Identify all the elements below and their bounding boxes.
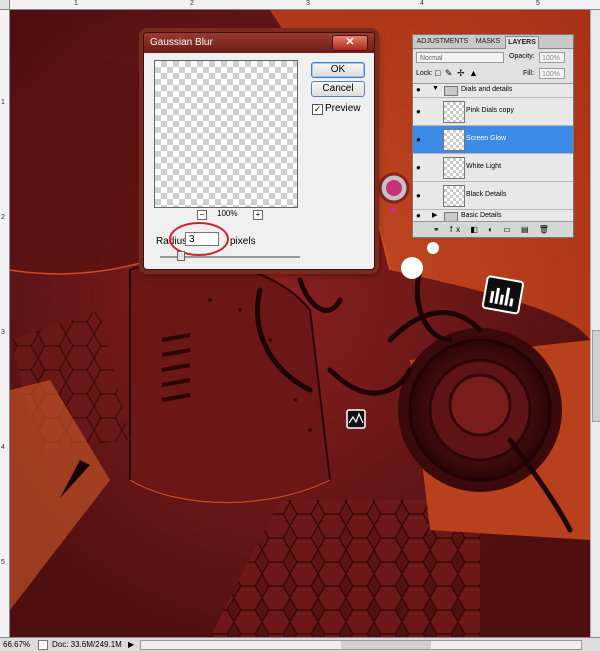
plus-icon: + xyxy=(255,210,261,219)
dialog-titlebar[interactable]: Gaussian Blur ✕ xyxy=(144,33,374,53)
gaussian-blur-dialog: Gaussian Blur ✕ − 100% + OK Cancel ✓ Pre… xyxy=(143,32,375,270)
folder-icon xyxy=(444,212,458,221)
blur-preview-pane[interactable] xyxy=(154,60,298,208)
zoom-level[interactable]: 66.67% xyxy=(3,638,33,651)
status-menu-arrow-icon[interactable]: ▶ xyxy=(128,638,134,651)
lock-options-icons[interactable]: □ ✎ ✢ ▲ xyxy=(435,68,479,79)
ruler-tick: 5 xyxy=(1,559,5,566)
top-ruler[interactable]: 1 2 3 4 5 xyxy=(0,0,600,10)
preview-label[interactable]: Preview xyxy=(325,103,361,114)
ruler-tick: 2 xyxy=(190,0,194,7)
horizontal-scrollbar[interactable] xyxy=(140,640,582,650)
eye-icon[interactable]: ● xyxy=(416,135,421,144)
radius-unit-label: pixels xyxy=(230,236,256,247)
layer-name: Black Details xyxy=(466,191,507,198)
layer-name: White Light xyxy=(466,163,502,170)
fill-label: Fill: xyxy=(523,70,534,77)
zoom-in-button[interactable]: + xyxy=(253,210,263,220)
ruler-tick: 5 xyxy=(536,0,540,7)
panel-tabs: ADJUSTMENTS MASKS LAYERS xyxy=(413,35,573,49)
layer-thumbnail xyxy=(443,101,465,123)
close-button[interactable]: ✕ xyxy=(332,35,368,51)
opacity-input[interactable]: 100% xyxy=(539,52,565,63)
expand-triangle-icon[interactable]: ▼ xyxy=(432,85,439,92)
layer-group-name: Basic Details xyxy=(461,212,502,219)
document-icon[interactable] xyxy=(38,640,48,650)
layer-thumbnail xyxy=(443,129,465,151)
close-icon: ✕ xyxy=(345,36,355,48)
tab-adjustments[interactable]: ADJUSTMENTS xyxy=(415,36,470,48)
eye-icon[interactable]: ● xyxy=(416,211,421,220)
opacity-label: Opacity: xyxy=(509,53,535,60)
ok-button[interactable]: OK xyxy=(311,62,365,78)
ruler-tick: 3 xyxy=(306,0,310,7)
tab-masks[interactable]: MASKS xyxy=(473,36,503,48)
layer-thumbnail xyxy=(443,185,465,207)
layer-thumbnail xyxy=(443,157,465,179)
preview-zoom-percent: 100% xyxy=(217,209,238,218)
ruler-tick: 1 xyxy=(74,0,78,7)
vertical-scrollbar[interactable] xyxy=(590,10,600,637)
ruler-tick: 1 xyxy=(1,99,5,106)
fill-input[interactable]: 100% xyxy=(539,68,565,79)
layer-row[interactable]: ● Black Details xyxy=(413,182,573,210)
left-ruler[interactable]: 1 2 3 4 5 xyxy=(0,9,10,637)
tab-layers[interactable]: LAYERS xyxy=(505,36,539,49)
dialog-title: Gaussian Blur xyxy=(150,37,213,48)
layers-panel-footer-icons[interactable]: ⚭ fx ◧ ◐ ▭ ▤ 🗑 xyxy=(413,221,573,237)
layer-row[interactable]: ● White Light xyxy=(413,154,573,182)
collapse-triangle-icon[interactable]: ▶ xyxy=(432,211,437,219)
document-size: Doc: 33.6M/249.1M xyxy=(52,640,122,649)
eye-icon[interactable]: ● xyxy=(416,163,421,172)
layer-group-name: Dials and details xyxy=(461,86,513,93)
cancel-button[interactable]: Cancel xyxy=(311,81,365,97)
blend-mode-select[interactable]: Normal xyxy=(416,52,504,63)
preview-checkbox[interactable]: ✓ xyxy=(312,104,323,115)
layer-group-row[interactable]: ● ▶ Basic Details xyxy=(413,210,573,221)
layers-panel: ADJUSTMENTS MASKS LAYERS Normal Opacity:… xyxy=(412,34,574,238)
preview-zoom-controls: − 100% + xyxy=(154,209,298,222)
layer-name: Pink Dials copy xyxy=(466,107,514,114)
ruler-origin[interactable] xyxy=(0,0,10,10)
ruler-tick: 4 xyxy=(1,444,5,451)
layer-list[interactable]: ● ▼ Dials and details ● Pink Dials copy … xyxy=(413,83,573,221)
layer-row-selected[interactable]: ● Screen Glow xyxy=(413,126,573,154)
eye-icon[interactable]: ● xyxy=(416,85,421,94)
minus-icon: − xyxy=(199,210,205,219)
status-bar: 66.67% Doc: 33.6M/249.1M ▶ xyxy=(0,637,600,651)
radius-slider-handle[interactable] xyxy=(177,251,185,261)
horizontal-scrollbar-thumb[interactable] xyxy=(341,641,431,649)
folder-icon xyxy=(444,86,458,96)
layer-name: Screen Glow xyxy=(466,135,507,142)
eye-icon[interactable]: ● xyxy=(416,107,421,116)
eye-icon[interactable]: ● xyxy=(416,191,421,200)
ruler-tick: 3 xyxy=(1,329,5,336)
checkmark-icon: ✓ xyxy=(313,104,322,114)
vertical-scrollbar-thumb[interactable] xyxy=(592,330,600,422)
layer-group-row[interactable]: ● ▼ Dials and details xyxy=(413,84,573,98)
ruler-tick: 2 xyxy=(1,214,5,221)
lock-label: Lock: xyxy=(416,70,433,77)
layer-row[interactable]: ● Pink Dials copy xyxy=(413,98,573,126)
zoom-out-button[interactable]: − xyxy=(197,210,207,220)
ruler-tick: 4 xyxy=(420,0,424,7)
